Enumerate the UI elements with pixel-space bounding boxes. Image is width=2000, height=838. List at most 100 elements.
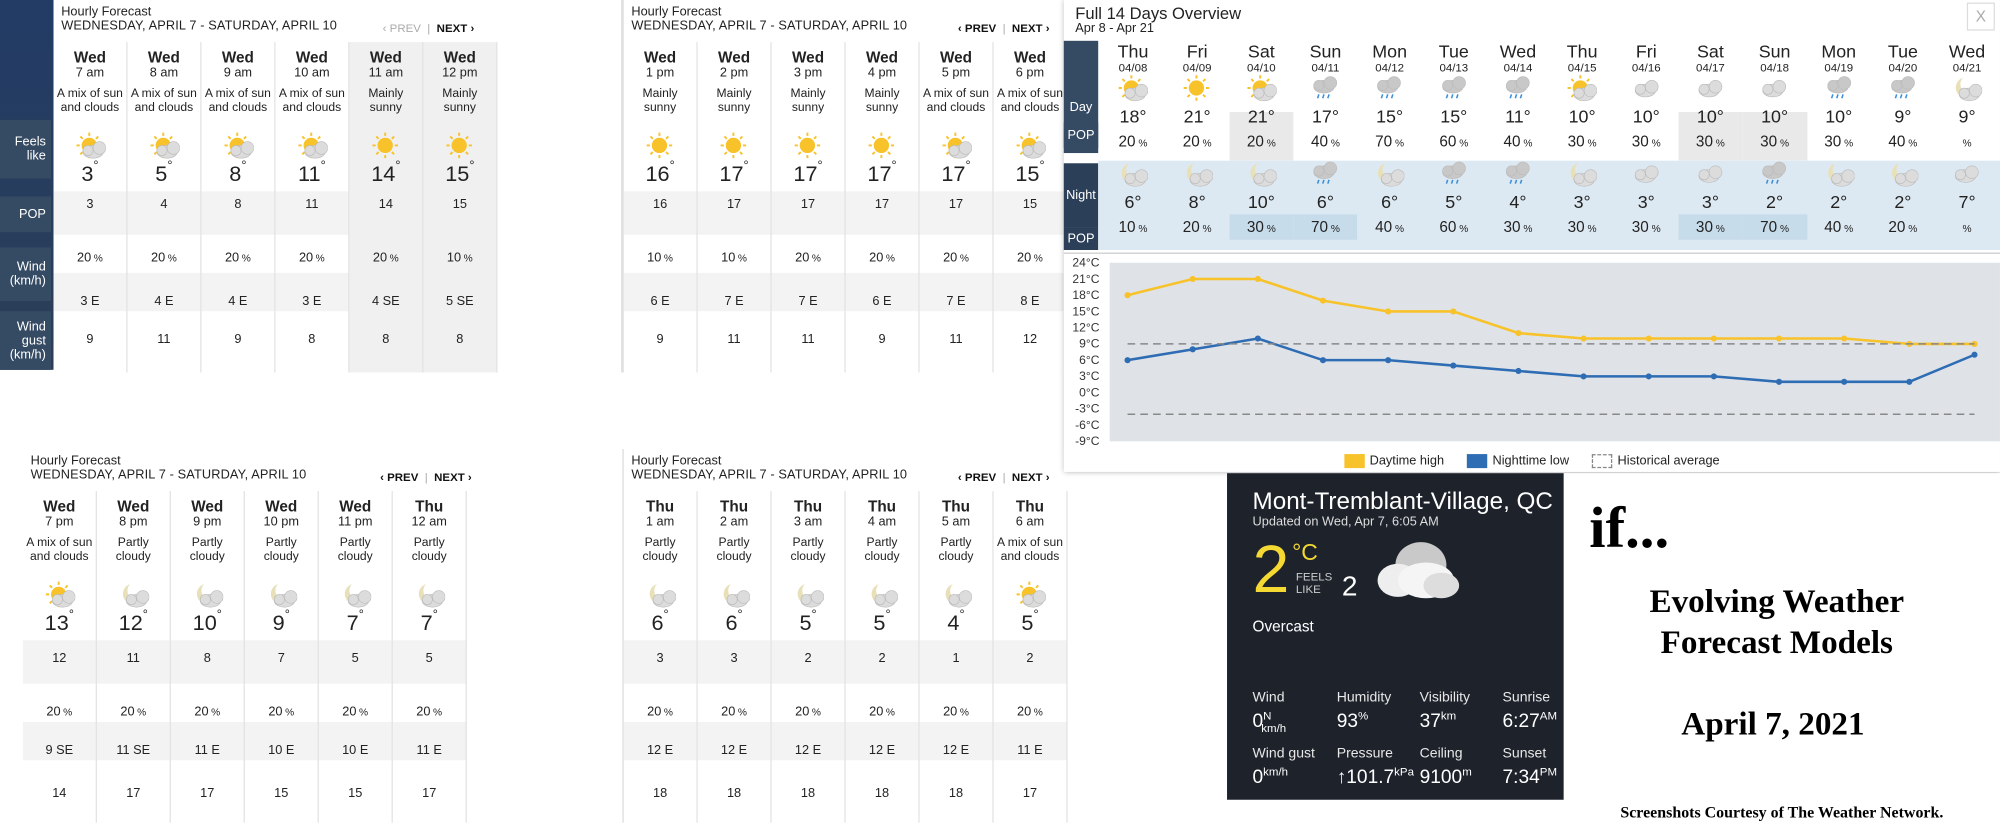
pop-value: 10: [647, 250, 662, 265]
hour-day: Wed: [644, 48, 677, 67]
high-value: 10: [1568, 105, 1589, 127]
hourly-forecast-panel-4: Hourly Forecast WEDNESDAY, APRIL 7 - SATU…: [622, 448, 1228, 823]
moon-cloud-icon: [270, 584, 297, 608]
overview-day-column: Fri 04/16 10° 30 % 3° 30 %: [1614, 41, 1679, 240]
hour-column: Wed 10 pm Partly cloudy 9° 7 20% 10 E 15: [245, 491, 319, 823]
next-button[interactable]: NEXT ›: [1012, 22, 1050, 35]
pager: ‹ PREV | NEXT ›: [958, 471, 1050, 484]
legend-label: Nighttime low: [1492, 453, 1570, 468]
moon-cloud-icon: [649, 584, 676, 608]
prev-button[interactable]: ‹ PREV: [958, 471, 996, 484]
hour-wind-gust: 9: [234, 332, 242, 347]
cloud-rain-icon: [1506, 76, 1530, 99]
panel-header: Hourly Forecast WEDNESDAY, APRIL 7 - SATU…: [61, 5, 337, 33]
divider: [1063, 252, 2000, 254]
hour-day: Wed: [265, 497, 298, 516]
high-value: 9: [1894, 105, 1905, 127]
hour-temperature: 10°: [192, 608, 222, 636]
temp-value: 5: [1021, 610, 1034, 636]
hour-wind-gust: 15: [274, 786, 289, 801]
data-point: [1971, 351, 1978, 358]
day-date: 04/19: [1824, 61, 1854, 74]
hour-column: Thu 3 am Partly cloudy 5° 2 20% 12 E 18: [772, 491, 846, 823]
sun-icon: [646, 132, 672, 159]
hour-icon: [698, 582, 771, 608]
next-button[interactable]: NEXT ›: [437, 22, 475, 35]
prev-button[interactable]: ‹ PREV: [958, 22, 996, 35]
day-icon: [1742, 74, 1807, 102]
day-name: Fri: [1186, 40, 1208, 62]
night-icon: [1229, 159, 1294, 187]
pressure-value: ↑101.7: [1336, 766, 1395, 789]
day-pop: 30 %: [1631, 132, 1661, 151]
hour-time: 3 am: [793, 515, 823, 530]
hour-column: Wed 4 pm Mainly sunny 17° 17 20% 6 E 9: [846, 42, 920, 373]
day-date: 04/17: [1696, 61, 1725, 74]
hour-wind-gust: 17: [1022, 786, 1038, 801]
sun-icon: [445, 132, 472, 159]
temp-value: 7: [346, 610, 359, 636]
close-button[interactable]: X: [1966, 2, 1995, 31]
hour-column: Wed 9 pm Partly cloudy 10° 8 20% 11 E 17: [171, 491, 245, 823]
stat-label: Visibility: [1419, 690, 1471, 706]
day-name: Fri: [1635, 40, 1657, 62]
wind-gust-stat: Wind gust 0km/h: [1253, 746, 1315, 788]
temp-value: 8: [229, 161, 242, 187]
y-tick-label: -6°C: [1075, 418, 1100, 432]
pop-value: 70: [1760, 218, 1778, 236]
hour-column: Wed 5 pm A mix of sun and clouds 17° 17 …: [920, 42, 994, 373]
overview-day-column: Thu 04/15 10° 30 % 3° 30 %: [1550, 41, 1615, 240]
hour-condition: Mainly sunny: [790, 86, 826, 115]
day-date: 04/08: [1118, 61, 1148, 74]
day-name: Mon: [1821, 40, 1857, 62]
hour-feels-like: 3: [86, 197, 94, 212]
hour-feels-like: 3: [730, 651, 738, 666]
prev-button[interactable]: ‹ PREV: [383, 22, 421, 35]
hour-pop: 20%: [224, 250, 251, 265]
day-date: 04/12: [1375, 61, 1405, 74]
day-pop: 40 %: [1888, 132, 1918, 151]
prev-button[interactable]: ‹ PREV: [380, 471, 418, 484]
hour-feels-like: 2: [804, 651, 812, 666]
low-value: 6: [1124, 191, 1135, 212]
day-date: 04/13: [1439, 61, 1469, 74]
pop-value: 20: [77, 250, 92, 265]
overview-day-column: Sun 04/18 10° 30 % 2° 70 %: [1742, 40, 1807, 240]
night-low: 3°: [1637, 191, 1655, 212]
cloud-rain-icon: [1442, 161, 1466, 184]
low-value: 7: [1958, 191, 1969, 212]
hour-wind-gust: 17: [126, 786, 141, 801]
hour-pop: 20%: [721, 704, 747, 719]
visibility-value: 37: [1419, 710, 1441, 733]
night-icon: [1550, 159, 1615, 187]
sun-cloud-icon: [1015, 581, 1046, 608]
cloud-icon: [1762, 80, 1787, 98]
day-date: 04/20: [1888, 61, 1918, 74]
pager-separator: |: [1002, 21, 1006, 35]
overview-day-column: Fri 04/09 21° 20 % 8° 20 %: [1165, 41, 1230, 240]
day-date: 04/21: [1952, 61, 1982, 74]
hour-time: 11 am: [368, 66, 404, 81]
legend-historical-average: Historical average: [1592, 452, 1720, 470]
pop-value: 20: [1118, 132, 1136, 151]
data-point: [1710, 373, 1717, 380]
hour-wind-gust: 18: [652, 786, 668, 801]
next-button[interactable]: NEXT ›: [434, 471, 472, 484]
data-point: [1645, 373, 1652, 380]
night-icon: [1422, 159, 1487, 187]
night-pop: 40 %: [1824, 218, 1854, 236]
legend-label: Daytime high: [1369, 453, 1445, 468]
hour-wind-gust: 11: [727, 332, 741, 347]
hour-pop: 10%: [446, 250, 473, 265]
hour-time: 4 pm: [867, 66, 897, 81]
hour-column: Wed 8 pm Partly cloudy 12° 11 20% 11 SE …: [97, 491, 171, 823]
hour-column: Wed 9 am A mix of sun and clouds 8° 8 20…: [202, 42, 276, 373]
temp-value: 3: [81, 161, 94, 187]
temp-value: 16: [645, 161, 670, 187]
moon-cloud-icon: [1121, 163, 1149, 187]
day-icon: [1871, 74, 1936, 102]
next-button[interactable]: NEXT ›: [1012, 471, 1050, 484]
day-icon: [1806, 74, 1871, 102]
hour-feels-like: 12: [52, 651, 67, 666]
temp-value: 5: [799, 610, 812, 636]
